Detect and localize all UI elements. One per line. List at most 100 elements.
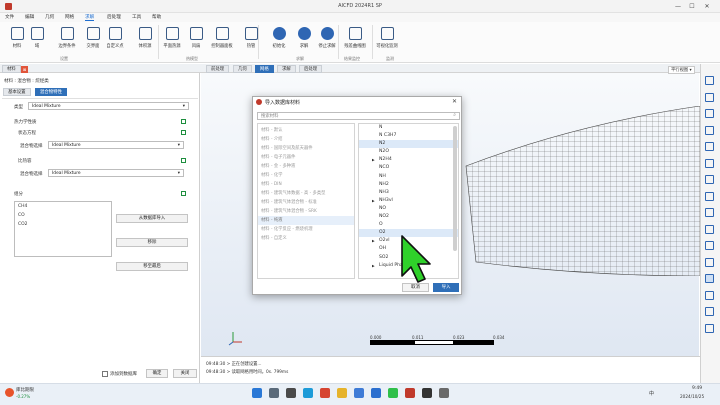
material-item[interactable]: N2: [359, 140, 458, 149]
material-item[interactable]: N C3H7: [359, 132, 458, 140]
ime-indicator[interactable]: 中: [649, 390, 654, 397]
import-button[interactable]: 导入: [433, 283, 459, 292]
search-icon[interactable]: [269, 388, 279, 398]
rotate-icon[interactable]: [705, 224, 714, 234]
view-select[interactable]: 平行视图 ▾: [668, 66, 695, 74]
material-item[interactable]: NCO: [359, 164, 458, 172]
chrome-icon[interactable]: [320, 388, 330, 398]
category-item[interactable]: 材料 - 建筑气体混合物 - SRK: [258, 207, 354, 216]
category-item[interactable]: 材料 - 化学: [258, 171, 354, 180]
category-item[interactable]: 材料 - 电子元器件: [258, 153, 354, 162]
material-item[interactable]: ▶ NH3vl: [359, 197, 458, 205]
start-icon[interactable]: [252, 388, 262, 398]
material-item[interactable]: NH2: [359, 181, 458, 189]
select-icon[interactable]: [705, 274, 714, 283]
category-item[interactable]: 材料 - 建筑气体数据 - 高 - 多类型: [258, 189, 354, 198]
menu-tools[interactable]: 工具: [132, 14, 141, 20]
expand-arrow-icon[interactable]: ▶: [372, 262, 375, 270]
terminal-icon[interactable]: [422, 388, 432, 398]
category-list[interactable]: 材料 - 默认 材料 - 介绍 材料 - 国际空间及航天器件 材料 - 电子元器件 材料…: [257, 123, 355, 279]
zoom-fit-icon[interactable]: [705, 241, 714, 250]
view-left-icon[interactable]: [705, 158, 714, 168]
collapse-icon[interactable]: [181, 119, 186, 124]
components-list[interactable]: CH4 CO CO2: [14, 201, 112, 257]
close-panel-button[interactable]: 关闭: [173, 369, 197, 378]
heat-pipe-button[interactable]: 热管: [236, 27, 266, 49]
wechat-icon[interactable]: [388, 388, 398, 398]
monitor-button[interactable]: 可视化监测: [372, 27, 402, 49]
store-icon[interactable]: [354, 388, 364, 398]
category-item[interactable]: 材料 - 化学反应 - 燃烧机理: [258, 225, 354, 234]
category-item[interactable]: 材料 - 建筑气体混合物 - 标准: [258, 198, 354, 207]
specific-heat-select[interactable]: Ideal Mixture ▾: [48, 169, 184, 177]
state-eq-select[interactable]: Ideal Mixture ▾: [48, 141, 184, 149]
minimize-button[interactable]: —: [672, 2, 684, 11]
list-item[interactable]: CO: [15, 211, 111, 220]
category-item[interactable]: 材料 - 自定义: [258, 234, 354, 243]
add-to-db-checkbox[interactable]: [102, 371, 108, 377]
category-item[interactable]: 材料 - 国际空间及航天器件: [258, 144, 354, 153]
domain-button[interactable]: 域: [22, 27, 52, 49]
axis-x-icon[interactable]: [705, 76, 714, 85]
tab-postprocess[interactable]: 后处理: [299, 65, 323, 73]
category-item[interactable]: 材料 - 纯液: [258, 216, 354, 225]
tab-mesh[interactable]: 网格: [255, 65, 274, 73]
task-view-icon[interactable]: [286, 388, 296, 398]
collapse-icon[interactable]: [181, 191, 186, 196]
expand-arrow-icon[interactable]: ▶: [372, 156, 375, 164]
confirm-button[interactable]: 确定: [146, 369, 168, 378]
type-select[interactable]: Ideal Mixture ▾: [28, 102, 189, 110]
material-list-scrollbar[interactable]: [453, 126, 457, 251]
tab-preprocess[interactable]: 前处理: [206, 65, 230, 73]
material-search-input[interactable]: 搜索材料 ⌕: [257, 112, 460, 120]
residual-button[interactable]: 残差曲线图: [340, 27, 370, 49]
maximize-button[interactable]: ☐: [686, 2, 698, 11]
category-item[interactable]: 材料 - 默认: [258, 126, 354, 135]
menu-postprocess[interactable]: 后处理: [107, 14, 121, 20]
menu-file[interactable]: 文件: [5, 14, 14, 20]
menu-mesh[interactable]: 网格: [65, 14, 74, 20]
tab-solve[interactable]: 求解: [277, 65, 296, 73]
view-front-icon[interactable]: [705, 125, 714, 135]
material-item[interactable]: NH3: [359, 189, 458, 197]
material-item[interactable]: N: [359, 124, 458, 132]
material-item[interactable]: NH: [359, 173, 458, 181]
edge-icon[interactable]: [303, 388, 313, 398]
highlight-icon[interactable]: [705, 307, 714, 316]
search-icon[interactable]: ⌕: [453, 112, 456, 119]
mail-icon[interactable]: [371, 388, 381, 398]
close-button[interactable]: ✕: [701, 2, 713, 11]
volume-source-button[interactable]: 体积源: [130, 27, 160, 49]
material-item[interactable]: O: [359, 221, 458, 229]
expand-arrow-icon[interactable]: ▶: [372, 197, 375, 205]
menu-geometry[interactable]: 几何: [45, 14, 54, 20]
settings-icon[interactable]: [439, 388, 449, 398]
subtab-basic[interactable]: 基本设置: [3, 88, 31, 96]
list-item[interactable]: CH4: [15, 202, 111, 211]
view-bottom-icon[interactable]: [705, 208, 714, 217]
controller-button[interactable]: 控制器面板: [207, 27, 237, 49]
dialog-close-icon[interactable]: ✕: [452, 98, 457, 105]
measure-icon[interactable]: [705, 257, 714, 267]
clock-date[interactable]: 2024/10/25: [680, 394, 704, 399]
explorer-icon[interactable]: [337, 388, 347, 398]
remove-button[interactable]: 移除: [116, 238, 188, 247]
material-item[interactable]: NO: [359, 205, 458, 213]
panel-tab-materials[interactable]: 材料: [2, 65, 21, 73]
view-right-icon[interactable]: [705, 175, 714, 184]
panel-close-icon[interactable]: ⊠: [21, 66, 28, 73]
collapse-icon[interactable]: [181, 130, 186, 135]
screenshot-icon[interactable]: [705, 323, 714, 333]
material-item[interactable]: ▶ N2H4: [359, 156, 458, 164]
view-top-icon[interactable]: [705, 191, 714, 201]
material-item[interactable]: N2O: [359, 148, 458, 156]
tab-geometry[interactable]: 几何: [233, 65, 252, 73]
category-item[interactable]: 材料 - DIN: [258, 180, 354, 189]
move-last-button[interactable]: 移至最后: [116, 262, 188, 271]
view-back-icon[interactable]: [705, 142, 714, 151]
menu-help[interactable]: 帮助: [152, 14, 161, 20]
cancel-button[interactable]: 取消: [402, 283, 429, 292]
collapse-icon[interactable]: [181, 158, 186, 163]
category-item[interactable]: 材料 - 金 - 多种液: [258, 162, 354, 171]
more-button[interactable]: 自定义点: [100, 27, 130, 49]
